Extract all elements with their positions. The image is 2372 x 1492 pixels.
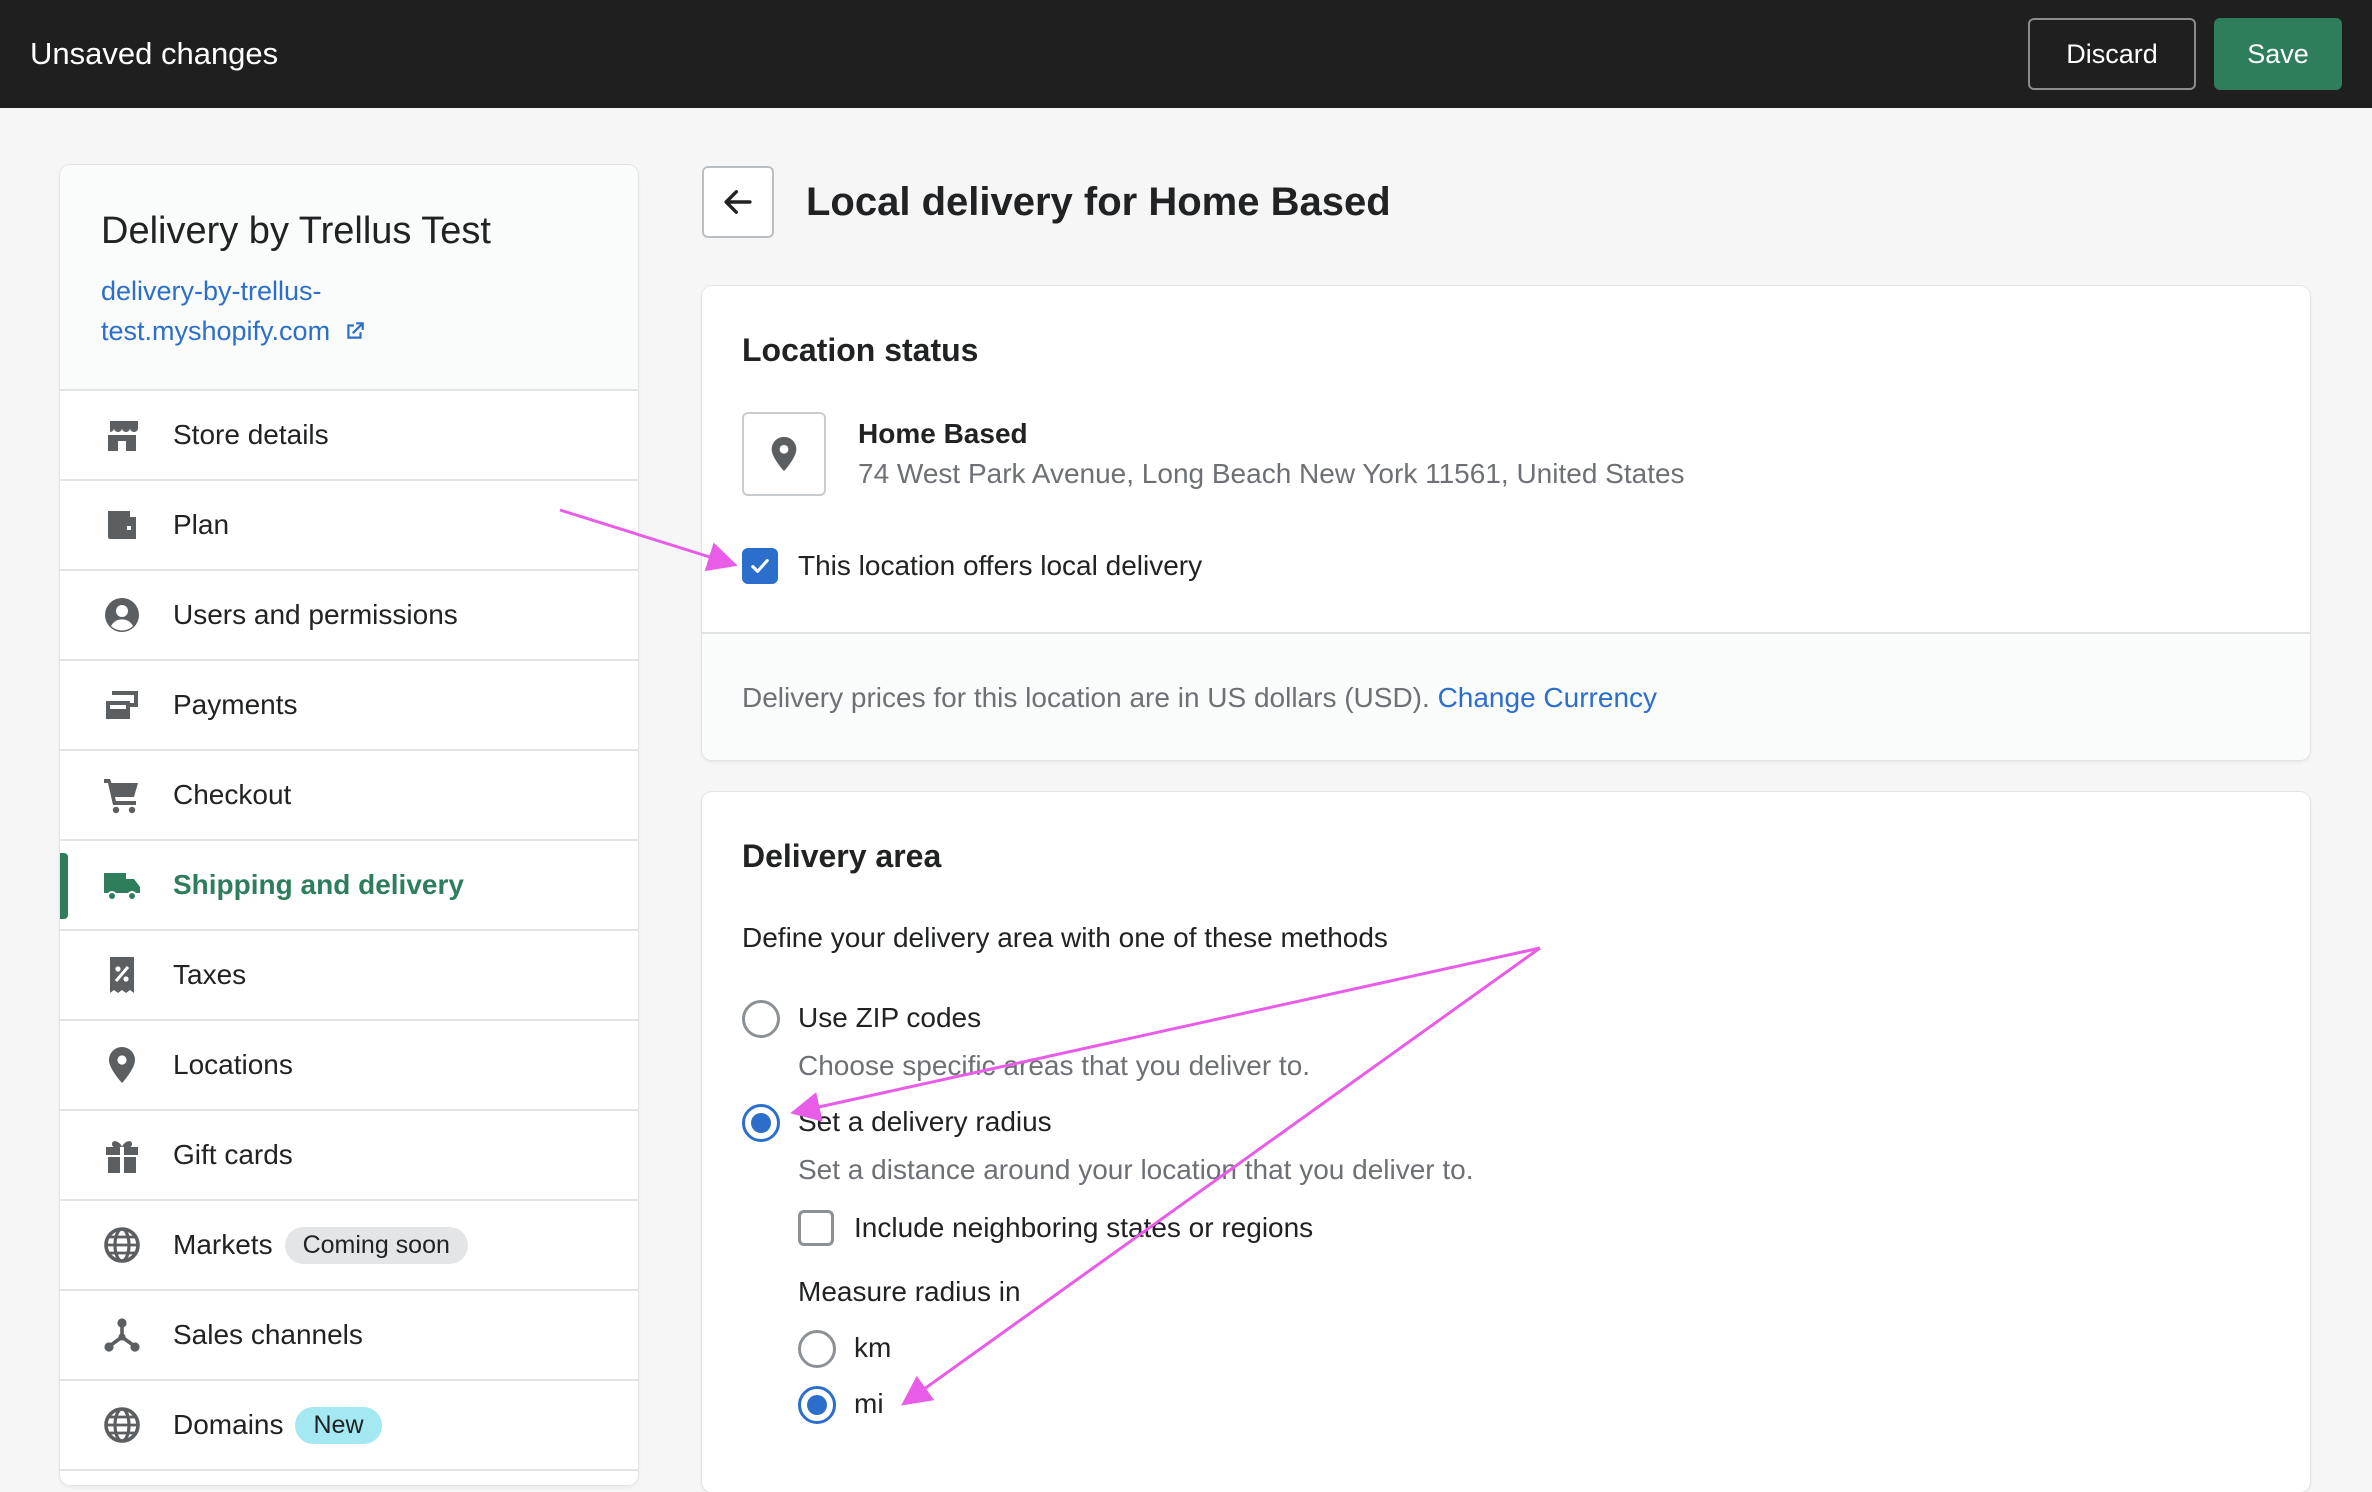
- arrow-left-icon: [724, 190, 752, 214]
- unit-km-label: km: [854, 1332, 892, 1363]
- zip-codes-description: Choose specific areas that you deliver t…: [798, 1050, 1311, 1081]
- offers-local-delivery-checkbox[interactable]: [742, 548, 778, 584]
- tax-receipt-icon: [101, 954, 143, 996]
- sidebar-item-users-and-permissions[interactable]: Users and permissions: [60, 571, 638, 661]
- sidebar-item-label: Checkout: [173, 779, 292, 810]
- page-title: Local delivery for Home Based: [806, 180, 1391, 224]
- currency-note: Delivery prices for this location are in…: [742, 682, 1657, 714]
- checkmark-icon: [751, 559, 769, 573]
- unit-mi-label: mi: [854, 1388, 884, 1419]
- delivery-radius-radio[interactable]: [742, 1104, 780, 1142]
- sidebar-item-plan[interactable]: Plan: [60, 481, 638, 571]
- include-neighboring-checkbox[interactable]: [798, 1210, 834, 1246]
- settings-sidebar: Delivery by Trellus Test delivery-by-tre…: [60, 165, 638, 1485]
- sidebar-item-locations[interactable]: Locations: [60, 1021, 638, 1111]
- location-address: 74 West Park Avenue, Long Beach New York…: [858, 458, 1685, 489]
- location-pin-icon: [101, 1044, 143, 1086]
- sidebar-item-label: Payments: [173, 689, 298, 720]
- sidebar-item-shipping-and-delivery[interactable]: Shipping and delivery: [60, 841, 638, 931]
- offers-local-delivery-label: This location offers local delivery: [798, 550, 1203, 581]
- unit-mi-radio[interactable]: [798, 1386, 836, 1424]
- sidebar-item-label: Users and permissions: [173, 599, 458, 630]
- save-button[interactable]: Save: [2214, 18, 2342, 90]
- store-name: Delivery by Trellus Test: [101, 210, 491, 252]
- delivery-radius-label: Set a delivery radius: [798, 1106, 1052, 1137]
- delivery-area-title: Delivery area: [742, 838, 942, 874]
- sidebar-item-label: Taxes: [173, 959, 247, 990]
- discard-button[interactable]: Discard: [2028, 18, 2196, 90]
- location-status-title: Location status: [742, 332, 979, 368]
- delivery-area-card: Delivery area Define your delivery area …: [702, 792, 2310, 1492]
- sidebar-item-label: Store details: [173, 419, 329, 450]
- store-url-line1: delivery-by-trellus-: [101, 276, 322, 306]
- location-thumbnail: [742, 412, 826, 496]
- back-button[interactable]: [702, 166, 774, 238]
- sidebar-item-label: Plan: [173, 509, 230, 540]
- change-currency-link[interactable]: Change Currency: [1438, 682, 1657, 713]
- store-url-line2: test.myshopify.com: [101, 316, 331, 346]
- user-icon: [101, 594, 143, 636]
- save-bar-actions: Discard Save: [2028, 18, 2342, 90]
- sidebar-item-label: Domains: [173, 1409, 284, 1440]
- domains-globe-icon: [101, 1404, 143, 1446]
- unit-km-radio[interactable]: [798, 1330, 836, 1368]
- include-neighboring-label: Include neighboring states or regions: [854, 1212, 1314, 1243]
- globe-icon: [101, 1224, 143, 1266]
- sidebar-item-sales-channels[interactable]: Sales channels: [60, 1291, 638, 1381]
- store-header: Delivery by Trellus Test delivery-by-tre…: [60, 165, 638, 391]
- new-badge: New: [295, 1406, 382, 1444]
- currency-note-text: Delivery prices for this location are in…: [742, 682, 1430, 713]
- payments-icon: [101, 684, 143, 726]
- zip-codes-radio[interactable]: [742, 1000, 780, 1038]
- gift-icon: [101, 1134, 143, 1176]
- location-pin-icon: [771, 436, 797, 472]
- sidebar-item-payments[interactable]: Payments: [60, 661, 638, 751]
- sidebar-item-domains[interactable]: Domains New: [60, 1381, 638, 1471]
- sidebar-item-label: Sales channels: [173, 1319, 363, 1350]
- unsaved-changes-title: Unsaved changes: [30, 36, 279, 71]
- coming-soon-badge: Coming soon: [284, 1226, 468, 1264]
- sidebar-item-gift-cards[interactable]: Gift cards: [60, 1111, 638, 1201]
- sidebar-item-label: Shipping and delivery: [173, 869, 464, 900]
- measure-radius-label: Measure radius in: [798, 1276, 1021, 1307]
- zip-codes-label: Use ZIP codes: [798, 1002, 982, 1033]
- delivery-radius-description: Set a distance around your location that…: [798, 1154, 1474, 1185]
- truck-icon: [101, 864, 143, 906]
- location-name: Home Based: [858, 418, 1028, 449]
- sales-channels-icon: [101, 1314, 143, 1356]
- sidebar-item-label: Locations: [173, 1049, 293, 1080]
- location-status-card: Location status Home Based 74 West Park …: [702, 286, 2310, 760]
- cart-icon: [101, 774, 143, 816]
- sidebar-item-label: Gift cards: [173, 1139, 293, 1170]
- sidebar-item-store-details[interactable]: Store details: [60, 391, 638, 481]
- sidebar-item-markets[interactable]: Markets Coming soon: [60, 1201, 638, 1291]
- sidebar-item-taxes[interactable]: Taxes: [60, 931, 638, 1021]
- contextual-save-bar: Unsaved changes Discard Save: [0, 0, 2372, 108]
- sidebar-item-checkout[interactable]: Checkout: [60, 751, 638, 841]
- store-url-link[interactable]: delivery-by-trellus- test.myshopify.com: [101, 271, 431, 351]
- external-link-icon: [346, 322, 364, 339]
- store-icon: [101, 414, 143, 456]
- wallet-icon: [101, 504, 143, 546]
- delivery-area-intro: Define your delivery area with one of th…: [742, 922, 1388, 953]
- sidebar-item-label: Markets: [173, 1229, 273, 1260]
